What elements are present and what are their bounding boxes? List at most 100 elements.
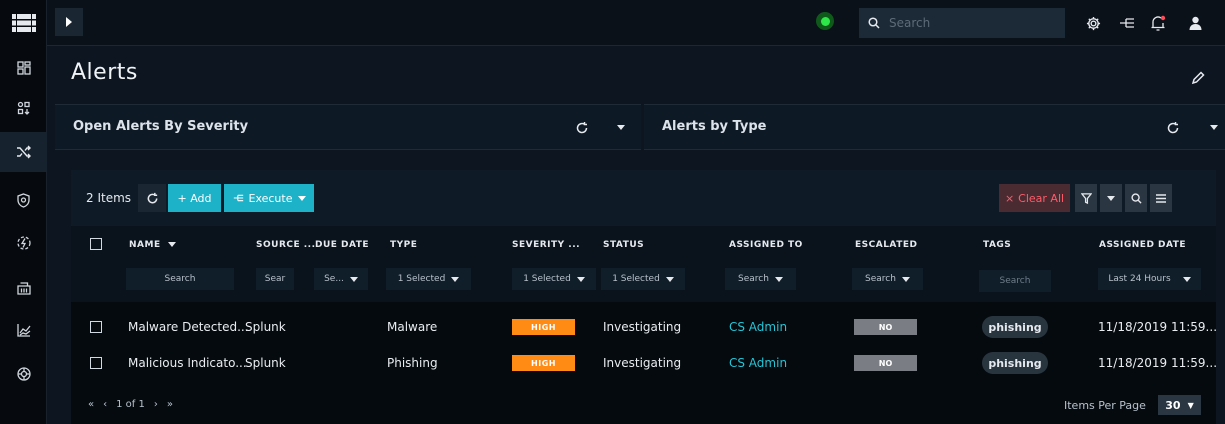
filter-type[interactable]: 1 Selected [386,268,471,290]
chevron-down-icon [1182,276,1191,282]
column-header-severity[interactable]: SEVERITY ... [512,240,580,250]
table-header-row: NAME SOURCE ... DUE DATE TYPE SEVERITY .… [71,226,1216,302]
filter-dropdown-button[interactable] [1100,184,1122,212]
filter-button[interactable] [1075,184,1097,212]
connection-status-indicator[interactable] [816,12,834,30]
filter-name[interactable]: Search [126,268,234,290]
items-per-page-select[interactable]: 30 ▼ [1158,395,1201,415]
table-row[interactable]: Malicious Indicato... Splunk Phishing HI… [71,348,1217,378]
items-per-page-value: 30 [1165,398,1181,412]
pagination: « ‹ 1 of 1 › » [88,399,173,410]
expand-nav-button[interactable] [55,8,83,36]
cell-type: Malware [387,320,438,334]
filter-tags[interactable]: Search [979,270,1051,292]
nav-queue[interactable] [0,88,47,128]
first-page-icon[interactable]: « [88,399,94,410]
refresh-icon[interactable] [575,121,589,135]
execute-button[interactable]: Execute [224,184,314,212]
column-header-tags[interactable]: TAGS [983,240,1011,250]
column-header-name[interactable]: NAME [129,240,177,250]
fortinet-logo-icon [11,14,36,32]
add-button[interactable]: + Add [168,184,221,212]
table-row[interactable]: Malware Detected... Splunk Malware HIGH … [71,312,1218,342]
nav-incidents[interactable] [0,180,47,220]
filter-value: 1 Selected [612,274,660,284]
nav-alerts[interactable] [0,132,47,172]
search-input[interactable] [889,16,1049,30]
user-icon [1189,16,1201,30]
clear-all-button[interactable]: × Clear All [999,184,1070,212]
left-nav-rail [0,0,47,424]
chevron-down-icon [451,276,460,282]
chevron-down-icon [576,276,585,282]
nav-settings-global[interactable] [0,354,47,394]
filter-due-date[interactable]: Se... [314,268,368,290]
nav-dashboard[interactable] [0,48,47,88]
shuffle-icon [16,145,31,159]
column-header-due-date[interactable]: DUE DATE [315,240,369,250]
next-page-icon[interactable]: › [154,399,158,410]
nav-reports[interactable] [0,310,47,350]
column-header-status[interactable]: STATUS [603,240,644,250]
top-bar [47,0,1225,46]
tag-chip[interactable]: phishing [982,316,1048,338]
cell-assigned-to[interactable]: CS Admin [729,320,787,334]
column-header-escalated[interactable]: ESCALATED [855,240,917,250]
nav-resources[interactable] [0,268,47,308]
columns-menu-button[interactable] [1150,184,1172,212]
chevron-down-icon [297,195,306,201]
play-right-icon [66,17,72,27]
grid-toolbar: 2 Items + Add Execute × Clear All [71,170,1216,226]
filter-value: Search [164,274,196,284]
lightning-icon [16,236,31,250]
filter-value: Search [999,276,1031,286]
widget-menu-caret-icon[interactable] [1210,125,1218,130]
cell-name[interactable]: Malware Detected... [128,320,249,334]
row-checkbox[interactable] [90,321,102,333]
items-count: 2 Items [86,191,132,205]
execute-label: Execute [248,191,293,205]
widget-menu-caret-icon[interactable] [617,125,625,130]
tag-chip[interactable]: phishing [982,352,1048,374]
user-menu-button[interactable] [1184,12,1206,34]
filter-value: 1 Selected [523,274,571,284]
menu-icon [1156,193,1166,203]
chevron-down-icon [901,276,910,282]
select-all-checkbox[interactable] [90,238,102,250]
column-header-assigned-to[interactable]: ASSIGNED TO [729,240,803,250]
grid-footer: « ‹ 1 of 1 › » Items Per Page 30 ▼ [71,388,1216,424]
settings-button[interactable] [1082,12,1104,34]
cell-assigned-to[interactable]: CS Admin [729,356,787,370]
network-icon [233,194,243,202]
column-header-type[interactable]: TYPE [390,240,417,250]
grid-search-button[interactable] [1125,184,1147,212]
filter-status[interactable]: 1 Selected [601,268,685,290]
queue-icon [17,101,30,115]
page-info: 1 of 1 [116,399,145,410]
row-checkbox[interactable] [90,357,102,369]
global-search[interactable] [859,8,1065,38]
alerts-grid-panel: 2 Items + Add Execute × Clear All NAME S… [71,170,1218,424]
column-header-assigned-date[interactable]: ASSIGNED DATE [1099,240,1186,250]
logo[interactable] [0,0,47,46]
notifications-button[interactable] [1147,12,1169,34]
filter-escalated[interactable]: Search [852,268,923,290]
sort-down-icon [168,242,177,247]
add-label: + Add [177,191,212,205]
nav-automation[interactable] [0,223,47,263]
filter-severity[interactable]: 1 Selected [512,268,596,290]
cell-assigned-date: 11/18/2019 11:59... [1098,320,1218,334]
prev-page-icon[interactable]: ‹ [103,399,107,410]
filter-assigned-date[interactable]: Last 24 Hours [1098,268,1201,290]
last-page-icon[interactable]: » [167,399,173,410]
refresh-icon[interactable] [1166,121,1180,135]
column-header-source[interactable]: SOURCE ... [256,240,316,250]
playbooks-button[interactable] [1116,12,1138,34]
filter-assigned-to[interactable]: Search [725,268,796,290]
edit-icon[interactable] [1190,70,1206,86]
severity-badge: HIGH [512,355,575,371]
refresh-button[interactable] [138,184,166,212]
filter-source[interactable]: Sear [256,268,294,290]
widgets-row: Open Alerts By Severity Alerts by Type [55,104,1225,150]
cell-name[interactable]: Malicious Indicato... [128,356,247,370]
